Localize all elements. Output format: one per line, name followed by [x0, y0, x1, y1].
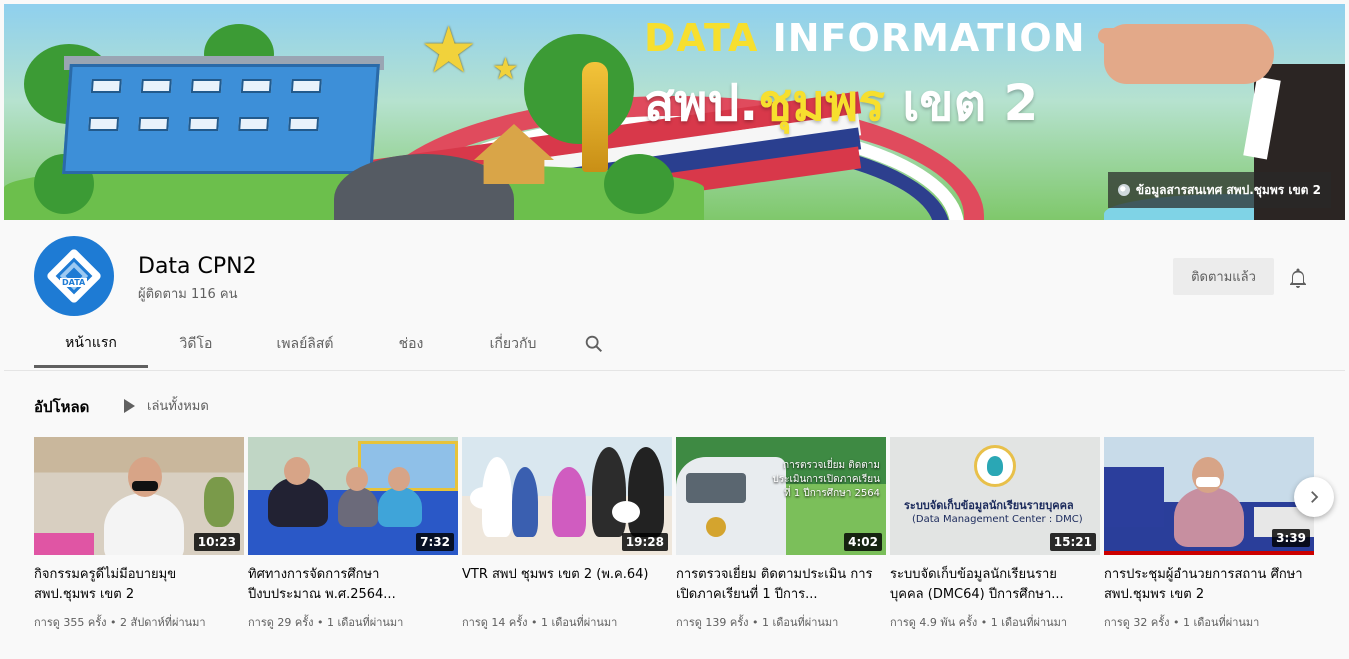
bell-icon[interactable]	[1286, 266, 1310, 290]
video-thumbnail[interactable]: 19:28	[462, 437, 672, 555]
channel-header: DATA Data CPN2 ผู้ติดตาม 116 คน ติดตามแล…	[0, 220, 1349, 368]
video-card[interactable]: 7:32 ทิศทางการจัดการศึกษา ปีงบประมาณ พ.ศ…	[248, 437, 458, 631]
search-icon[interactable]	[570, 320, 618, 368]
video-card[interactable]: 19:28 VTR สพป ชุมพร เขต 2 (พ.ค.64) การดู…	[462, 437, 672, 631]
video-thumbnail[interactable]: 7:32	[248, 437, 458, 555]
tab-channels[interactable]: ช่อง	[366, 320, 456, 368]
tab-home[interactable]: หน้าแรก	[34, 320, 148, 368]
dmc-logo	[974, 445, 1016, 487]
video-title[interactable]: กิจกรรมครูดีไม่มีอบายมุข สพป.ชุมพร เขต 2	[34, 565, 244, 605]
video-card[interactable]: การตรวจเยี่ยม ติดตาม ประเมินการเปิดภาคเร…	[676, 437, 886, 631]
video-duration: 19:28	[621, 533, 668, 551]
video-thumbnail[interactable]: 3:39	[1104, 437, 1314, 555]
video-title[interactable]: การตรวจเยี่ยม ติดตามประเมิน การเปิดภาคเร…	[676, 565, 886, 605]
channel-tabs: หน้าแรก วิดีโอ เพลย์ลิสต์ ช่อง เกี่ยวกับ	[34, 320, 618, 368]
banner-title: DATA INFORMATION	[644, 16, 1086, 60]
thumbnail-overlay-text: การตรวจเยี่ยม ติดตาม ประเมินการเปิดภาคเร…	[772, 460, 880, 499]
next-arrow-button[interactable]	[1294, 477, 1334, 517]
video-thumbnail[interactable]: การตรวจเยี่ยม ติดตาม ประเมินการเปิดภาคเร…	[676, 437, 886, 555]
video-meta: การดู 355 ครั้ง • 2 สัปดาห์ที่ผ่านมา	[34, 616, 206, 629]
play-all-label: เล่นทั้งหมด	[147, 399, 209, 414]
banner-link-label: ข้อมูลสารสนเทศ สพป.ชุมพร เขต 2	[1135, 182, 1321, 197]
video-card[interactable]: ระบบจัดเก็บข้อมูลนักเรียนรายบุคคล (Data …	[890, 437, 1100, 631]
star-icon: ★	[492, 52, 519, 87]
avatar-logo-text: DATA	[60, 278, 88, 287]
video-list: 10:23 กิจกรรมครูดีไม่มีอบายมุข สพป.ชุมพร…	[34, 437, 1314, 631]
statue-illustration	[582, 62, 608, 172]
shelf-title[interactable]: อัปโหลด	[34, 395, 89, 419]
channel-banner: ★ ★ DATA INFORMATION สพป.ชุมพร เขต 2 ข้อ…	[4, 4, 1345, 220]
video-duration: 3:39	[1272, 529, 1310, 547]
channel-name: Data CPN2	[138, 254, 257, 279]
video-thumbnail[interactable]: ระบบจัดเก็บข้อมูลนักเรียนรายบุคคล (Data …	[890, 437, 1100, 555]
banner-link[interactable]: ข้อมูลสารสนเทศ สพป.ชุมพร เขต 2	[1107, 172, 1331, 208]
chevron-right-icon	[1311, 491, 1319, 503]
video-meta: การดู 32 ครั้ง • 1 เดือนที่ผ่านมา	[1104, 616, 1260, 629]
video-duration: 7:32	[416, 533, 454, 551]
video-card[interactable]: 10:23 กิจกรรมครูดีไม่มีอบายมุข สพป.ชุมพร…	[34, 437, 244, 631]
star-icon: ★	[420, 14, 478, 88]
video-meta: การดู 4.9 พัน ครั้ง • 1 เดือนที่ผ่านมา	[890, 616, 1068, 629]
subscriber-count: ผู้ติดตาม 116 คน	[138, 287, 238, 302]
video-duration: 15:21	[1049, 533, 1096, 551]
video-duration: 10:23	[193, 533, 240, 551]
watch-progress-bar	[1104, 551, 1314, 555]
video-title[interactable]: ระบบจัดเก็บข้อมูลนักเรียนราย บุคคล (DMC6…	[890, 565, 1100, 605]
avatar[interactable]: DATA	[34, 236, 114, 316]
video-thumbnail[interactable]: 10:23	[34, 437, 244, 555]
video-meta: การดู 139 ครั้ง • 1 เดือนที่ผ่านมา	[676, 616, 839, 629]
subscribed-button[interactable]: ติดตามแล้ว	[1173, 258, 1274, 295]
video-duration: 4:02	[844, 533, 882, 551]
uploads-shelf: อัปโหลด เล่นทั้งหมด 10:23 กิจกรรมครูดีไม…	[4, 370, 1345, 659]
tab-playlists[interactable]: เพลย์ลิสต์	[244, 320, 366, 368]
tab-videos[interactable]: วิดีโอ	[148, 320, 244, 368]
thumbnail-overlay-text: ระบบจัดเก็บข้อมูลนักเรียนรายบุคคล (Data …	[904, 499, 1083, 525]
school-illustration	[62, 64, 380, 174]
video-meta: การดู 29 ครั้ง • 1 เดือนที่ผ่านมา	[248, 616, 404, 629]
banner-subtitle: สพป.ชุมพร เขต 2	[644, 74, 1039, 132]
channel-page: ★ ★ DATA INFORMATION สพป.ชุมพร เขต 2 ข้อ…	[0, 0, 1349, 659]
play-icon	[124, 398, 135, 413]
video-meta: การดู 14 ครั้ง • 1 เดือนที่ผ่านมา	[462, 616, 618, 629]
globe-icon	[1117, 184, 1130, 196]
video-card[interactable]: 3:39 การประชุมผู้อำนวยการสถาน ศึกษา สพป.…	[1104, 437, 1314, 631]
video-title[interactable]: การประชุมผู้อำนวยการสถาน ศึกษา สพป.ชุมพร…	[1104, 565, 1314, 605]
video-title[interactable]: ทิศทางการจัดการศึกษา ปีงบประมาณ พ.ศ.2564…	[248, 565, 458, 605]
play-all-button[interactable]: เล่นทั้งหมด	[124, 395, 209, 416]
tab-about[interactable]: เกี่ยวกับ	[456, 320, 570, 368]
video-title[interactable]: VTR สพป ชุมพร เขต 2 (พ.ค.64)	[462, 565, 672, 605]
